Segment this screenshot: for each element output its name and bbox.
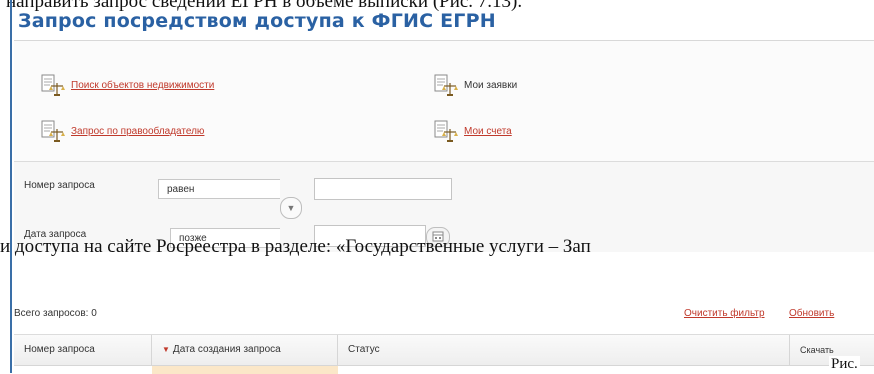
document-text-overlay: и доступа на сайте Росреестра в разделе:…	[0, 236, 591, 257]
nav-link-request-by-owner[interactable]: Запрос по правообладателю	[39, 120, 204, 142]
page-title: Запрос посредством доступа к ФГИС ЕГРН	[18, 10, 496, 32]
nav-link-label: Запрос по правообладателю	[71, 125, 205, 137]
request-number-label: Номер запроса	[24, 180, 95, 191]
sort-desc-icon: ▼	[162, 345, 170, 354]
clear-filter-link[interactable]: Очистить фильтр	[684, 308, 765, 319]
requests-table-header: Номер запроса ▼ Дата создания запроса Ста…	[14, 334, 874, 366]
document-scales-icon	[432, 120, 458, 142]
nav-link-my-invoices[interactable]: Мои счета	[432, 120, 512, 142]
column-header-request-number[interactable]: Номер запроса	[14, 335, 152, 365]
left-rule	[10, 0, 12, 373]
request-number-operator-select[interactable]: равен	[158, 179, 280, 199]
service-panel: Поиск объектов недвижимости Мои заявки З…	[14, 40, 874, 374]
document-scales-icon	[432, 74, 458, 96]
column-header-created-date[interactable]: ▼ Дата создания запроса	[152, 335, 338, 365]
document-scales-icon	[39, 120, 65, 142]
nav-link-my-requests[interactable]: Мои заявки	[432, 74, 517, 96]
chevron-down-icon[interactable]: ▼	[280, 197, 302, 219]
document-scales-icon	[39, 74, 65, 96]
column-header-status[interactable]: Статус	[338, 335, 790, 365]
nav-link-label: Поиск объектов недвижимости	[71, 79, 215, 91]
total-requests-label: Всего запросов: 0	[14, 308, 97, 319]
nav-link-search-objects[interactable]: Поиск объектов недвижимости	[39, 74, 214, 96]
request-number-value-input[interactable]	[314, 178, 452, 200]
refresh-link[interactable]: Обновить	[789, 308, 834, 319]
nav-link-label: Мои счета	[464, 125, 512, 137]
column-header-label: Дата создания запроса	[172, 344, 281, 355]
nav-links-area: Поиск объектов недвижимости Мои заявки З…	[14, 41, 874, 162]
nav-link-label: Мои заявки	[464, 79, 518, 91]
figure-label: Рис.	[829, 356, 860, 373]
